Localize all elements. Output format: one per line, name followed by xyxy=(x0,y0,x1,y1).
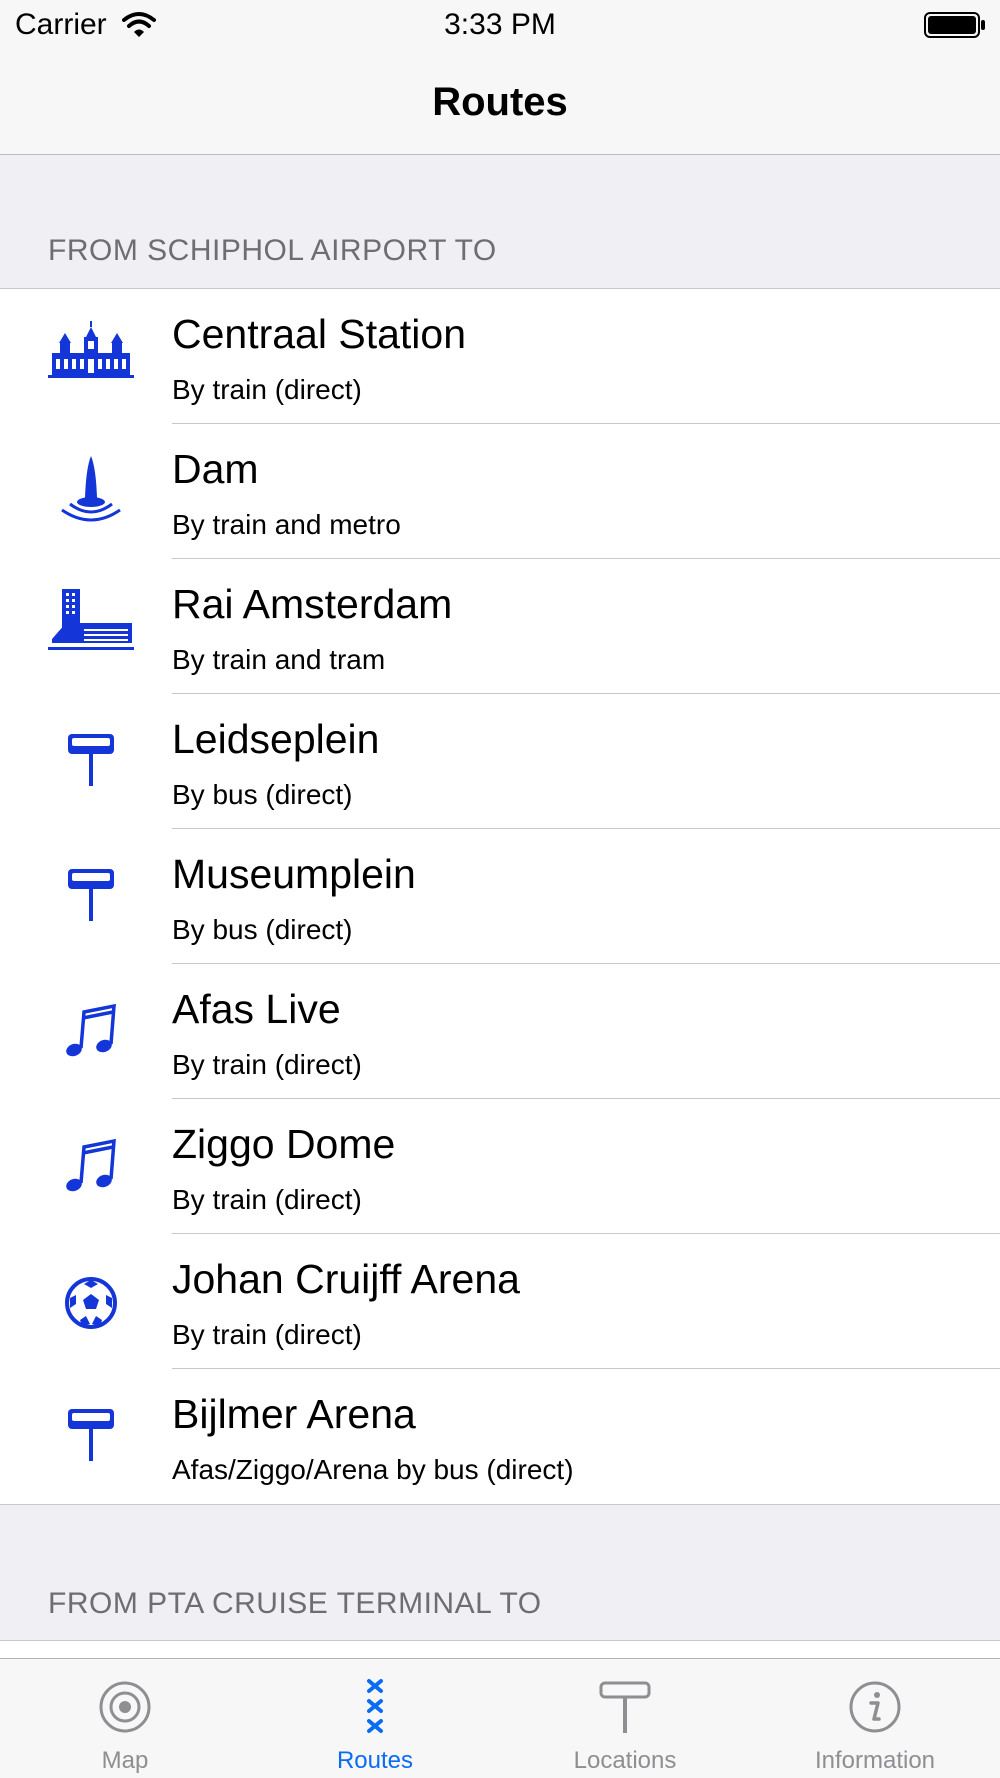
route-title: Museumplein xyxy=(172,851,416,897)
route-title: Ziggo Dome xyxy=(172,1121,396,1167)
navigation-bar: Routes xyxy=(0,52,1000,155)
route-row-johan-cruijff-arena[interactable]: Johan Cruijff Arena By train (direct) xyxy=(0,1234,1000,1369)
route-title: Dam xyxy=(172,446,259,492)
route-row-rai-amsterdam[interactable]: Rai Amsterdam By train and tram xyxy=(0,559,1000,694)
battery-icon xyxy=(924,11,986,39)
route-row-centraal-station[interactable]: Centraal Station By train (direct) xyxy=(0,289,1000,424)
tab-label: Information xyxy=(814,1747,936,1774)
target-icon xyxy=(95,1677,155,1737)
route-subtitle: By train (direct) xyxy=(172,1049,362,1080)
station-building-icon xyxy=(46,313,136,403)
tab-label: Routes xyxy=(336,1747,414,1774)
convention-center-icon xyxy=(46,583,136,673)
route-title: Johan Cruijff Arena xyxy=(172,1256,520,1302)
music-note-icon xyxy=(46,1123,136,1213)
tab-bar: Map Routes Locations Information xyxy=(0,1658,1000,1778)
tab-label: Locations xyxy=(573,1747,677,1774)
route-subtitle: By train and metro xyxy=(172,509,401,540)
signpost-icon xyxy=(595,1677,655,1737)
soccer-ball-icon xyxy=(46,1258,136,1348)
routes-list-schiphol: Centraal Station By train (direct) Dam B… xyxy=(0,288,1000,1505)
route-subtitle: By train (direct) xyxy=(172,1319,362,1350)
route-subtitle: By train and tram xyxy=(172,644,386,675)
route-row-leidseplein[interactable]: Leidseplein By bus (direct) xyxy=(0,694,1000,829)
info-icon xyxy=(845,1677,905,1737)
routes-list-pta-cruise xyxy=(0,1640,1000,1660)
route-subtitle: Afas/Ziggo/Arena by bus (direct) xyxy=(172,1454,574,1485)
status-bar: Carrier 3:33 PM xyxy=(0,0,1000,52)
route-row-bijlmer-arena[interactable]: Bijlmer Arena Afas/Ziggo/Arena by bus (d… xyxy=(0,1369,1000,1504)
route-title: Bijlmer Arena xyxy=(172,1391,416,1437)
route-row-ziggo-dome[interactable]: Ziggo Dome By train (direct) xyxy=(0,1099,1000,1234)
signpost-icon xyxy=(46,1393,136,1483)
route-subtitle: By train (direct) xyxy=(172,374,362,405)
screen: Carrier 3:33 PM Routes FROM SCHIPHOL AIR… xyxy=(0,0,1000,1778)
route-subtitle: By bus (direct) xyxy=(172,914,353,945)
section-header-schiphol: FROM SCHIPHOL AIRPORT TO xyxy=(48,234,497,267)
section-header-pta-cruise: FROM PTA CRUISE TERMINAL TO xyxy=(48,1587,542,1620)
route-title: Afas Live xyxy=(172,986,341,1032)
tab-map[interactable]: Map xyxy=(0,1659,250,1778)
tab-routes[interactable]: Routes xyxy=(250,1659,500,1778)
route-row-afas-live[interactable]: Afas Live By train (direct) xyxy=(0,964,1000,1099)
route-subtitle: By train (direct) xyxy=(172,1184,362,1215)
route-row-dam[interactable]: Dam By train and metro xyxy=(0,424,1000,559)
signpost-icon xyxy=(46,718,136,808)
route-title: Centraal Station xyxy=(172,311,467,357)
tab-information[interactable]: Information xyxy=(750,1659,1000,1778)
route-title: Rai Amsterdam xyxy=(172,581,453,627)
tab-label: Map xyxy=(101,1747,149,1774)
route-row-museumplein[interactable]: Museumplein By bus (direct) xyxy=(0,829,1000,964)
tab-locations[interactable]: Locations xyxy=(500,1659,750,1778)
music-note-icon xyxy=(46,988,136,1078)
signpost-icon xyxy=(46,853,136,943)
route-subtitle: By bus (direct) xyxy=(172,779,353,810)
triple-x-icon xyxy=(345,1677,405,1737)
route-title: Leidseplein xyxy=(172,716,380,762)
status-time: 3:33 PM xyxy=(444,8,556,41)
page-title: Routes xyxy=(432,80,568,124)
monument-icon xyxy=(46,448,136,538)
